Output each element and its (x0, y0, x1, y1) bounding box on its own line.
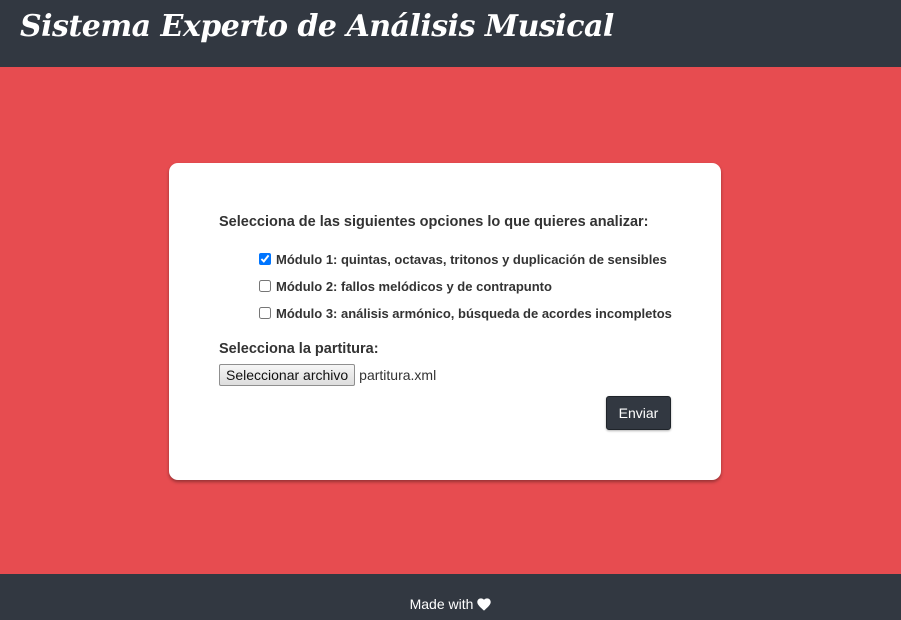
app-title: Sistema Experto de Análisis Musical (20, 9, 614, 44)
file-picker: Seleccionar archivo partitura.xml (219, 364, 436, 386)
module-3-checkbox[interactable] (259, 307, 271, 319)
footer-text: Made with (409, 596, 474, 612)
module-2-option[interactable]: Módulo 2: fallos melódicos y de contrapu… (259, 277, 552, 295)
submit-button[interactable]: Enviar (606, 396, 671, 430)
score-file-label: Selecciona la partitura: (219, 341, 379, 357)
selected-file-name: partitura.xml (359, 367, 437, 383)
footer-credit: Made with (0, 596, 901, 614)
heart-icon (477, 598, 492, 614)
options-question-label: Selecciona de las siguientes opciones lo… (219, 214, 649, 230)
top-bar: Sistema Experto de Análisis Musical (0, 0, 901, 67)
main-area: Selecciona de las siguientes opciones lo… (0, 67, 901, 574)
module-2-label: Módulo 2: fallos melódicos y de contrapu… (276, 278, 552, 294)
module-1-checkbox[interactable] (259, 253, 271, 265)
module-1-label: Módulo 1: quintas, octavas, tritonos y d… (276, 251, 667, 267)
module-3-option[interactable]: Módulo 3: análisis armónico, búsqueda de… (259, 304, 672, 322)
module-1-option[interactable]: Módulo 1: quintas, octavas, tritonos y d… (259, 250, 667, 268)
module-3-label: Módulo 3: análisis armónico, búsqueda de… (276, 305, 672, 321)
footer: Made with (0, 574, 901, 620)
choose-file-button[interactable]: Seleccionar archivo (219, 364, 356, 386)
module-2-checkbox[interactable] (259, 280, 271, 292)
analysis-form-card: Selecciona de las siguientes opciones lo… (169, 163, 721, 480)
